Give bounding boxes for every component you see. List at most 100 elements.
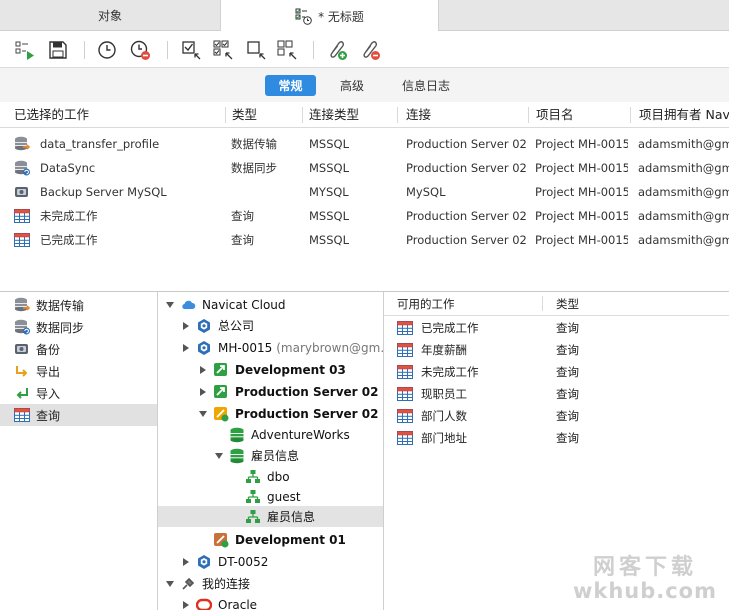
collapse-arrow-icon[interactable] [197,408,209,420]
schema-icon [245,509,261,525]
column-header-owner[interactable]: 项目拥有者 Nav [639,102,729,128]
collapse-arrow-icon[interactable] [164,299,176,311]
job-type-export[interactable]: 导出 [0,360,157,382]
attach-delete-icon [363,41,380,60]
select-all-objects-button[interactable] [212,39,234,61]
segment-message-log[interactable]: 信息日志 [392,75,460,96]
toolbar [0,31,729,68]
column-divider[interactable] [630,107,631,123]
job-name: 已完成工作 [40,233,98,247]
column-header-project[interactable]: 项目名 [536,102,628,128]
job-type-data-sync[interactable]: 数据同步 [0,316,157,338]
job-type-backup[interactable]: 备份 [0,338,157,360]
column-divider[interactable] [225,107,226,123]
tree-label: 总公司 [218,319,255,333]
expand-arrow-icon[interactable] [197,364,209,376]
select-all-button[interactable] [180,39,202,61]
available-job-name: 未完成工作 [421,365,479,379]
tree-node-my-connections[interactable]: 我的连接 [158,573,383,594]
tree-node-schema-dbo[interactable]: dbo [158,466,383,487]
column-header-available-job[interactable]: 可用的工作 [397,292,455,316]
query-icon [14,232,30,248]
expand-arrow-icon[interactable] [180,599,192,610]
list-item[interactable]: 部门地址 查询 [384,427,729,449]
table-row[interactable]: 未完成工作 查询 MSSQL Production Server 02 Proj… [0,204,729,228]
column-divider[interactable] [302,107,303,123]
job-name: 未完成工作 [40,209,98,223]
tab-untitled[interactable]: * 无标题 [220,0,439,32]
delete-attachment-button[interactable] [359,39,381,61]
segment-general[interactable]: 常规 [265,75,316,96]
collapse-arrow-icon[interactable] [180,342,192,354]
table-row[interactable]: 已完成工作 查询 MSSQL Production Server 02 Proj… [0,228,729,252]
backup-icon [14,184,30,200]
schema-icon [245,489,261,505]
list-item[interactable]: 年度薪酬 查询 [384,339,729,361]
column-header-type[interactable]: 类型 [232,102,300,128]
tree-node-dt-0052[interactable]: DT-0052 [158,551,383,572]
column-header-type[interactable]: 类型 [556,292,579,316]
list-item[interactable]: 已完成工作 查询 [384,317,729,339]
list-item[interactable]: 部门人数 查询 [384,405,729,427]
tree-node-oracle[interactable]: Oracle [158,594,383,610]
tree-label: Navicat Cloud [202,297,286,312]
column-divider[interactable] [542,296,543,311]
tree-node-adventureworks[interactable]: AdventureWorks [158,424,383,445]
table-row[interactable]: data_transfer_profile 数据传输 MSSQL Product… [0,132,729,156]
job-owner: adamsmith@gma [638,233,729,247]
job-conn-type: MSSQL [309,161,349,175]
tree-node-schema-guest[interactable]: guest [158,486,383,507]
database-icon [229,427,245,443]
deselect-icon [247,41,266,60]
list-item[interactable]: 未完成工作 查询 [384,361,729,383]
job-owner: adamsmith@gma [638,137,729,151]
tree-node-company[interactable]: 总公司 [158,315,383,336]
query-icon [397,364,413,380]
data-transfer-icon [14,297,30,313]
tab-objects[interactable]: 对象 [0,0,220,31]
column-divider[interactable] [528,107,529,123]
job-type: 数据同步 [231,161,277,175]
job-owner: adamsmith@gma [638,161,729,175]
collapse-arrow-icon[interactable] [213,450,225,462]
column-header-conn-type[interactable]: 连接类型 [309,102,395,128]
job-conn-type: MSSQL [309,209,349,223]
deselect-all-button[interactable] [245,39,267,61]
column-header-connection[interactable]: 连接 [406,102,526,128]
collapse-arrow-icon[interactable] [164,578,176,590]
start-button[interactable] [14,39,36,61]
tree-node-production-server-02[interactable]: Production Server 02 [158,381,383,402]
expand-arrow-icon[interactable] [180,320,192,332]
job-type-import[interactable]: 导入 [0,382,157,404]
column-divider[interactable] [397,107,398,123]
job-connection: MySQL [406,185,446,199]
delete-schedule-button[interactable] [129,39,151,61]
segment-advanced[interactable]: 高级 [331,75,373,96]
clock-delete-icon [130,40,150,60]
job-type-label: 查询 [36,408,61,423]
expand-arrow-icon[interactable] [197,386,209,398]
tree-node-navicat-cloud[interactable]: Navicat Cloud [158,294,383,315]
table-row[interactable]: Backup Server MySQL MYSQL MySQL Project … [0,180,729,204]
job-type-query[interactable]: 查询 [0,404,157,426]
job-type-data-transfer[interactable]: 数据传输 [0,294,157,316]
tree-node-production-server-02-open[interactable]: Production Server 02 [158,403,383,424]
save-button[interactable] [47,39,69,61]
set-schedule-button[interactable] [96,39,118,61]
tree-node-development-01[interactable]: Development 01 [158,529,383,550]
column-header-job[interactable]: 已选择的工作 [14,102,224,128]
tree-node-development-03[interactable]: Development 03 [158,359,383,380]
list-item[interactable]: 现职员工 查询 [384,383,729,405]
tree-label: Production Server 02 [235,384,379,399]
add-attachment-button[interactable] [326,39,348,61]
expand-arrow-icon[interactable] [180,556,192,568]
job-connection: Production Server 02 [406,233,526,247]
deselect-objects-button[interactable] [276,39,298,61]
tree-node-schema-employee[interactable]: 雇员信息 [158,506,383,527]
job-conn-type: MYSQL [309,185,349,199]
table-row[interactable]: DataSync 数据同步 MSSQL Production Server 02… [0,156,729,180]
tree-node-project[interactable]: MH-0015 (marybrown@gm... [158,337,383,358]
tree-node-employee-db[interactable]: 雇员信息 [158,445,383,466]
